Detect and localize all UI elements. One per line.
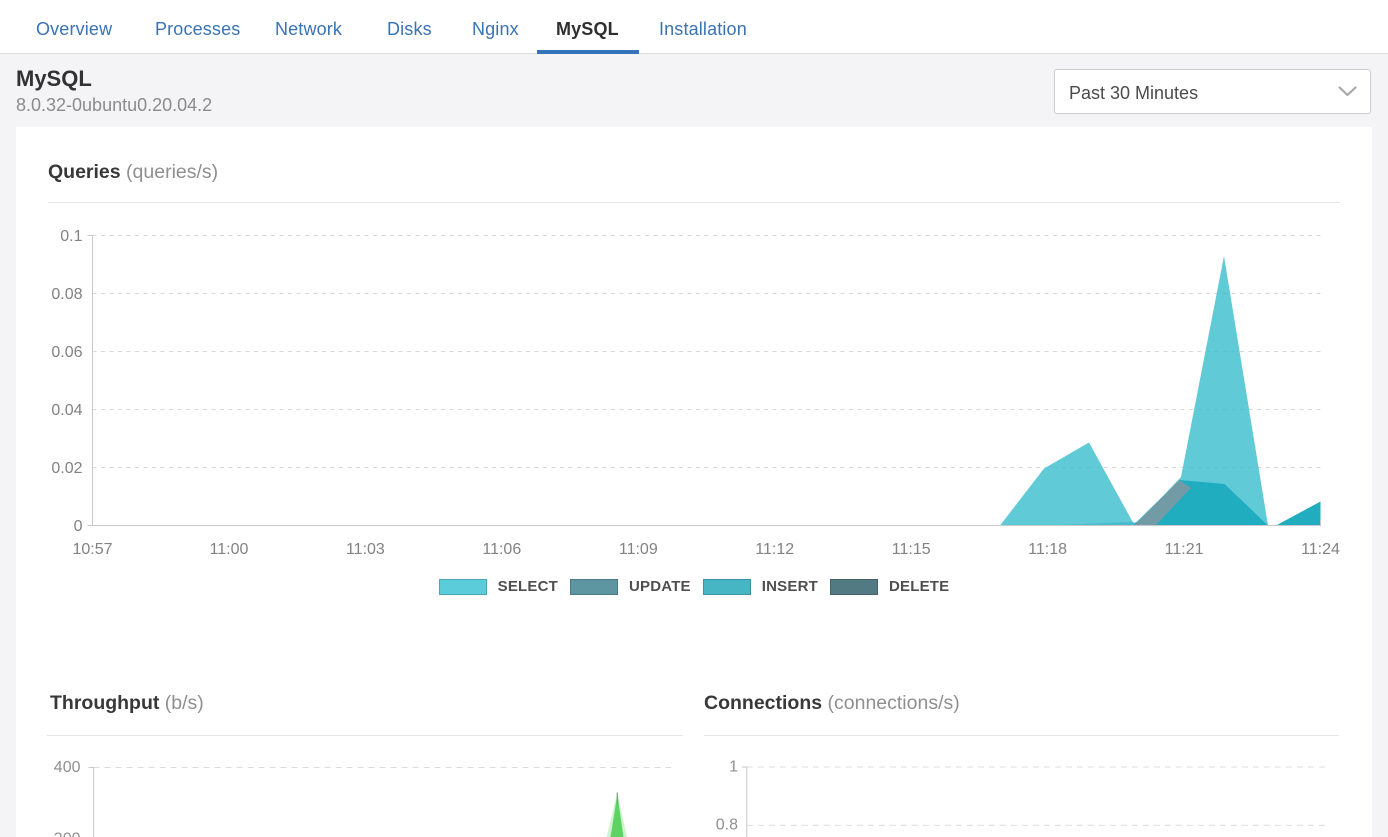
svg-text:11:21: 11:21 [1165,541,1204,558]
svg-text:10:57: 10:57 [72,541,112,558]
svg-text:11:12: 11:12 [755,541,794,558]
svg-text:400: 400 [54,759,81,776]
svg-text:0.02: 0.02 [51,460,82,477]
svg-text:11:03: 11:03 [346,541,385,558]
svg-text:0.08: 0.08 [51,286,82,303]
svg-text:0.04: 0.04 [51,402,82,419]
svg-text:0.8: 0.8 [716,817,738,834]
svg-text:11:18: 11:18 [1028,541,1067,558]
svg-text:0: 0 [74,518,83,535]
svg-text:11:06: 11:06 [482,541,521,558]
svg-text:0.06: 0.06 [51,344,82,361]
svg-text:11:15: 11:15 [892,541,931,558]
svg-text:1: 1 [729,759,738,776]
svg-text:11:09: 11:09 [619,541,658,558]
svg-text:11:24: 11:24 [1301,541,1340,558]
svg-text:11:00: 11:00 [210,541,249,558]
svg-text:0.1: 0.1 [60,228,82,245]
svg-text:300: 300 [54,831,81,837]
